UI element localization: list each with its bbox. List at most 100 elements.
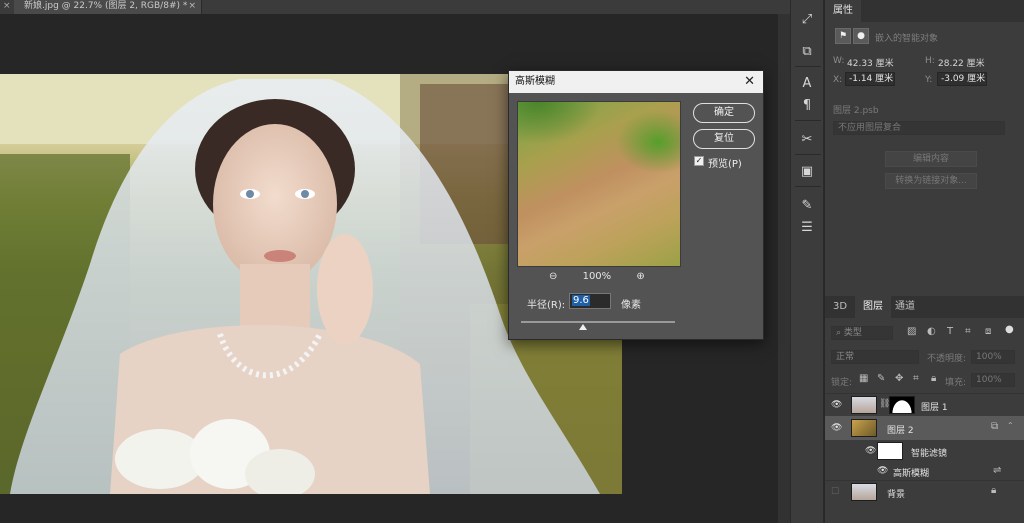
w-value[interactable]: 42.33 厘米 bbox=[847, 56, 894, 69]
smart-object-badge-icon: ⧉ bbox=[991, 421, 999, 432]
h-label: H: bbox=[925, 56, 935, 66]
eye-icon[interactable]: 👁︎ bbox=[865, 446, 876, 456]
paragraph-icon[interactable]: ¶ bbox=[796, 94, 818, 116]
layer-thumbnail bbox=[851, 396, 877, 414]
layer-name[interactable]: 图层 2 bbox=[887, 423, 914, 436]
dialog-title-bar[interactable]: 高斯模糊 bbox=[509, 71, 763, 93]
y-field[interactable]: -3.09 厘米 bbox=[937, 72, 987, 86]
smart-filter-icon[interactable]: ⧈ bbox=[985, 326, 991, 337]
clone-source-icon[interactable]: ⧉ bbox=[796, 40, 818, 62]
ok-button[interactable]: 确定 bbox=[693, 103, 755, 123]
filter-options-icon[interactable]: ⇌ bbox=[993, 465, 1001, 476]
type-filter-icon[interactable]: T bbox=[947, 326, 953, 337]
filter-kind-label: 类型 bbox=[843, 328, 862, 338]
radius-label: 半径(R): bbox=[527, 300, 566, 311]
fill-field[interactable]: 100% bbox=[971, 373, 1015, 387]
lock-artboard-icon[interactable]: ⌗ bbox=[913, 373, 919, 384]
zoom-out-icon[interactable]: ⊖ bbox=[549, 271, 557, 282]
zoom-level: 100% bbox=[582, 271, 612, 282]
layer-row-selected[interactable]: 👁︎ 图层 2 ⧉ ⌃ bbox=[825, 416, 1024, 440]
source-file: 图层 2.psb bbox=[833, 106, 879, 116]
lock-all-icon[interactable]: 🔒︎ bbox=[931, 373, 936, 384]
lock-icon: 🔒︎ bbox=[991, 485, 997, 496]
object-type-label: 嵌入的智能对象 bbox=[875, 34, 939, 44]
blur-preview[interactable] bbox=[517, 101, 681, 267]
tool-strip: ⤢ ⧉ A ¶ ✂ ▣ ✎ ☰ bbox=[790, 0, 824, 523]
preview-checkbox[interactable]: ✓ bbox=[694, 156, 704, 166]
w-label: W: bbox=[833, 56, 845, 66]
document-tab[interactable]: 新娘.jpg @ 22.7% (图层 2, RGB/8#) * × bbox=[14, 0, 202, 14]
gaussian-blur-filter-row[interactable]: 👁︎ 高斯模糊 ⇌ bbox=[825, 462, 1024, 480]
tab-properties[interactable]: 属性 bbox=[825, 0, 861, 22]
convert-linked-button[interactable]: 转换为链接对象... bbox=[885, 173, 977, 189]
blend-mode-dropdown[interactable]: 正常 bbox=[831, 350, 919, 364]
adjustments-icon[interactable]: ☰ bbox=[796, 216, 818, 238]
pixel-filter-icon[interactable]: ▨ bbox=[907, 326, 916, 337]
opacity-label: 不透明度: bbox=[927, 354, 967, 364]
lock-position-icon[interactable]: ✥ bbox=[895, 373, 903, 384]
tab-channels[interactable]: 通道 bbox=[895, 296, 915, 318]
opacity-field[interactable]: 100% bbox=[971, 350, 1015, 364]
gaussian-blur-dialog: 高斯模糊 ✕ 确定 复位 ✓ 预览(P) ⊖ 100% ⊕ 半径(R): 9.6… bbox=[508, 70, 764, 340]
lock-pixels-icon[interactable]: ✎ bbox=[877, 373, 885, 384]
x-label: X: bbox=[833, 75, 843, 85]
radius-slider-track[interactable] bbox=[521, 321, 675, 323]
reset-button[interactable]: 复位 bbox=[693, 129, 755, 149]
h-value[interactable]: 28.22 厘米 bbox=[938, 56, 985, 69]
shape-filter-icon[interactable]: ⌗ bbox=[965, 326, 971, 337]
tool-divider bbox=[795, 120, 821, 121]
character-icon[interactable]: A bbox=[796, 72, 818, 94]
layer-name[interactable]: 图层 1 bbox=[921, 400, 948, 413]
chevron-up-icon[interactable]: ⌃ bbox=[1007, 421, 1014, 430]
radius-slider-thumb[interactable] bbox=[578, 324, 587, 330]
eye-icon[interactable]: 👁︎ bbox=[831, 400, 842, 410]
x-field[interactable]: -1.14 厘米 bbox=[845, 72, 895, 86]
preview-label[interactable]: 预览(P) bbox=[708, 155, 742, 170]
adjustment-filter-icon[interactable]: ◐ bbox=[927, 326, 936, 337]
y-label: Y: bbox=[925, 75, 933, 85]
radius-unit: 像素 bbox=[621, 300, 641, 311]
dialog-title: 高斯模糊 bbox=[515, 76, 555, 87]
layer-row[interactable]: 👁︎ ⛓︎ 图层 1 bbox=[825, 393, 1024, 415]
tool-divider bbox=[795, 154, 821, 155]
layer-comp-dropdown[interactable]: 不应用图层复合 bbox=[833, 121, 1005, 135]
tab-layers[interactable]: 图层 bbox=[855, 296, 891, 318]
zoom-controls: ⊖ 100% ⊕ bbox=[549, 271, 645, 282]
search-icon: ⌕ bbox=[836, 328, 844, 338]
filter-toggle-icon[interactable]: ● bbox=[1005, 324, 1014, 335]
canvas-scrollbar[interactable] bbox=[778, 14, 790, 523]
layer-thumbnail bbox=[851, 419, 877, 437]
document-tab-title: 新娘.jpg @ 22.7% (图层 2, RGB/8#) * bbox=[24, 1, 188, 11]
mask-icon[interactable]: ● bbox=[853, 28, 869, 44]
eye-icon[interactable]: 👁︎ bbox=[877, 466, 888, 476]
close-icon[interactable]: × bbox=[188, 0, 196, 12]
eye-off-icon[interactable]: ☐ bbox=[831, 487, 839, 497]
tab-close-icon[interactable]: × bbox=[3, 0, 11, 12]
layer-name[interactable]: 背景 bbox=[887, 487, 905, 500]
filter-mask-thumbnail[interactable] bbox=[877, 442, 903, 460]
history-icon[interactable]: ⤢ bbox=[796, 8, 818, 30]
radius-input[interactable]: 9.6 bbox=[569, 293, 611, 309]
tool-divider bbox=[795, 186, 821, 187]
tab-3d[interactable]: 3D bbox=[833, 296, 847, 318]
tool-divider bbox=[795, 66, 821, 67]
eye-icon[interactable]: 👁︎ bbox=[831, 423, 842, 433]
document-tab-bar: × 新娘.jpg @ 22.7% (图层 2, RGB/8#) * × bbox=[0, 0, 790, 14]
tools-icon[interactable]: ✂ bbox=[796, 128, 818, 150]
zoom-in-icon[interactable]: ⊕ bbox=[636, 271, 644, 282]
filter-kind-dropdown[interactable]: ⌕ 类型 bbox=[831, 326, 893, 340]
properties-panel: 属性 ⚑ ● 嵌入的智能对象 W: 42.33 厘米 H: 28.22 厘米 X… bbox=[825, 0, 1024, 296]
lock-transparent-icon[interactable]: ▦ bbox=[859, 373, 868, 384]
navigator-icon[interactable]: ▣ bbox=[796, 160, 818, 182]
layer-row[interactable]: ☐ 背景 🔒︎ bbox=[825, 480, 1024, 502]
layers-panel: 3D 图层 通道 ⌕ 类型 ▨ ◐ T ⌗ ⧈ ● 正常 不透明度: 100% … bbox=[825, 296, 1024, 523]
brush-icon[interactable]: ✎ bbox=[796, 194, 818, 216]
close-icon[interactable]: ✕ bbox=[744, 71, 755, 93]
smart-object-icon[interactable]: ⚑ bbox=[835, 28, 851, 44]
smart-filters-row[interactable]: 👁︎ 智能滤镜 bbox=[825, 441, 1024, 461]
lock-label: 锁定: bbox=[831, 378, 853, 388]
layer-mask-thumbnail[interactable] bbox=[889, 396, 915, 414]
fill-label: 填充: bbox=[945, 378, 967, 388]
filter-name[interactable]: 高斯模糊 bbox=[893, 466, 929, 479]
edit-contents-button[interactable]: 编辑内容 bbox=[885, 151, 977, 167]
